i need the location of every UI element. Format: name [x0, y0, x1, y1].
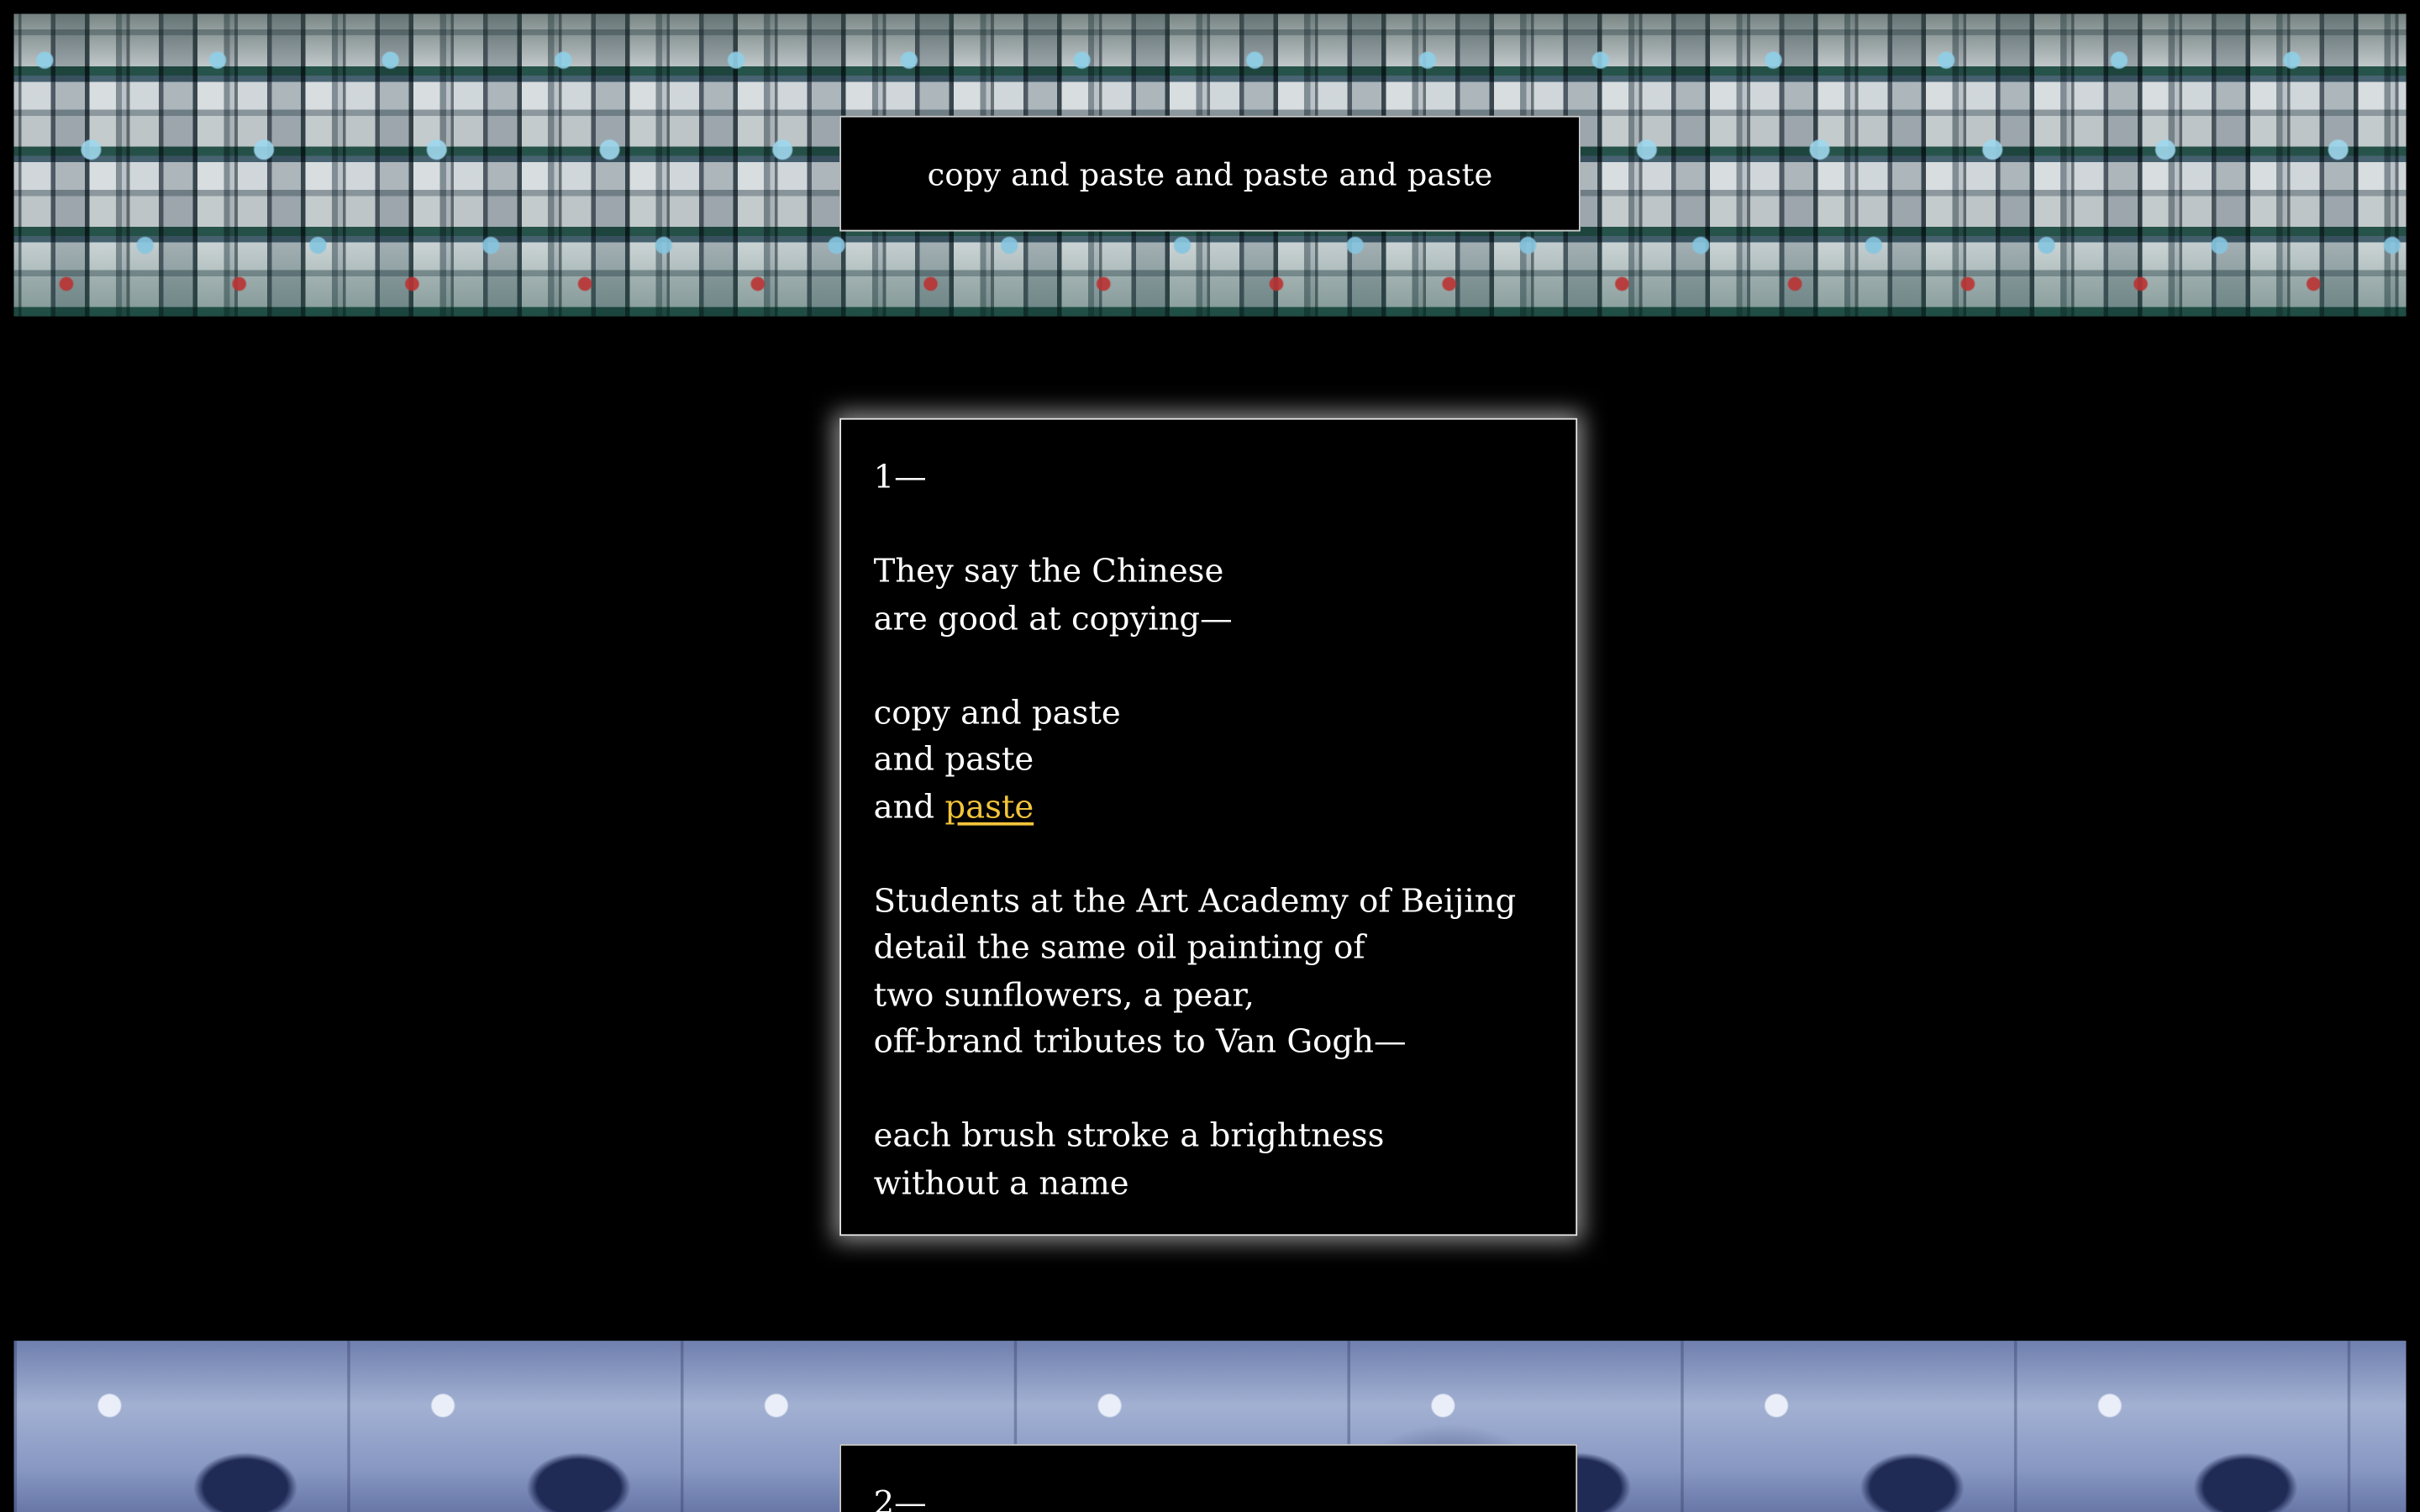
stanza-break	[874, 1065, 1544, 1112]
poem-section-number: 2—	[873, 1483, 927, 1512]
stanza-break	[874, 501, 1544, 548]
poem-line: and paste	[873, 740, 1034, 778]
poem-line: each brush stroke a brightness	[873, 1116, 1385, 1154]
poem-section-number: 1—	[873, 458, 927, 496]
poem-line: detail the same oil painting of	[873, 928, 1365, 966]
poem-line: are good at copying—	[873, 599, 1233, 637]
stanza-break	[874, 642, 1544, 689]
poem-line-with-link: and paste	[874, 783, 1544, 830]
poem-card-1: 1— They say the Chinese are good at copy…	[839, 417, 1578, 1236]
poem-line: off-brand tributes to Van Gogh—	[873, 1022, 1407, 1060]
poem-line: They say the Chinese	[873, 552, 1224, 590]
poem-line: copy and paste	[873, 693, 1121, 731]
paste-link[interactable]: paste	[944, 788, 1034, 825]
poem-line: Students at the Art Academy of Beijing	[873, 881, 1517, 919]
page-title: copy and paste and paste and paste	[927, 155, 1493, 192]
page: copy and paste and paste and paste 1— Th…	[0, 0, 2420, 1512]
page-title-box: copy and paste and paste and paste	[839, 115, 1581, 232]
poem-line-text: and	[873, 787, 945, 825]
poem-line: without a name	[873, 1163, 1129, 1201]
poem-line: two sunflowers, a pear,	[873, 975, 1255, 1013]
stanza-break	[874, 830, 1544, 877]
poem-card-2: 2—	[839, 1444, 1578, 1512]
